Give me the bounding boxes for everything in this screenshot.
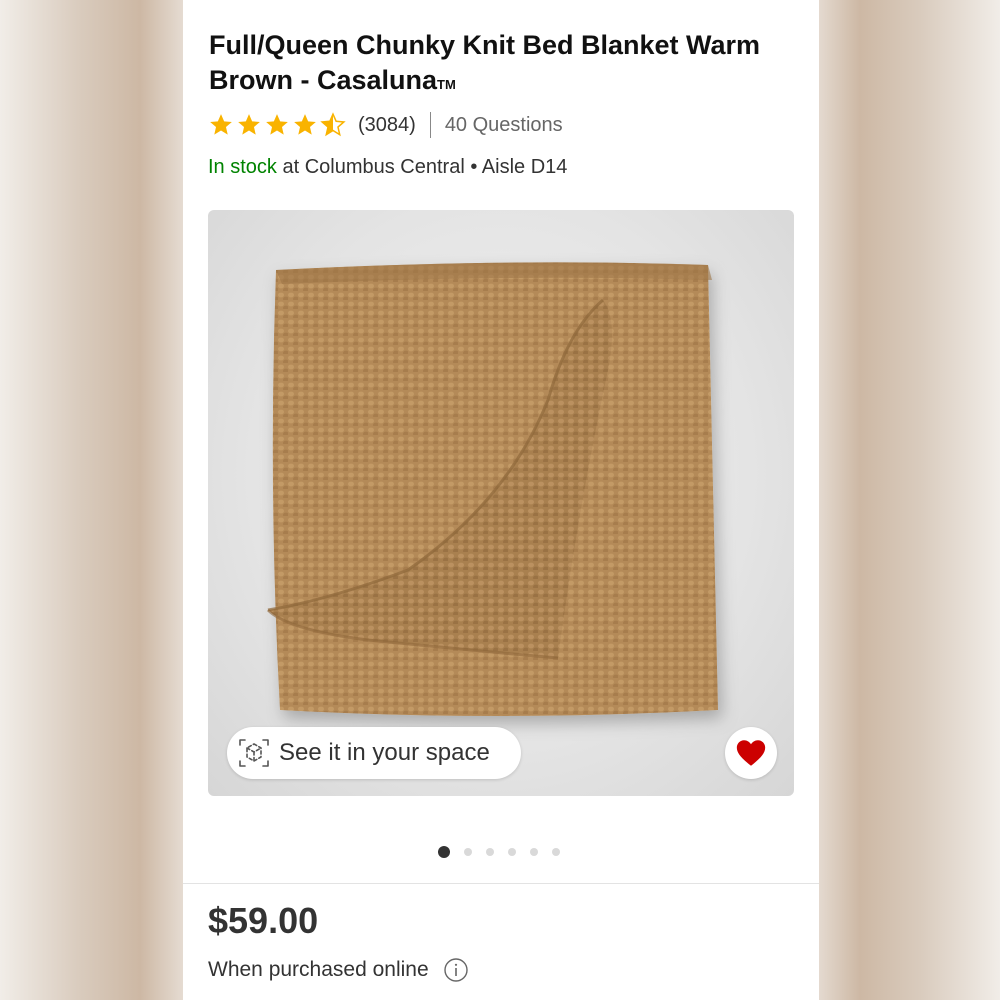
product-price: $59.00: [208, 900, 319, 941]
product-page: Full/Queen Chunky Knit Bed Blanket Warm …: [183, 0, 819, 1000]
carousel-pagination: [438, 846, 560, 858]
product-image-blanket: [266, 262, 718, 716]
store-location: at Columbus Central • Aisle D14: [276, 156, 568, 178]
in-stock-label: In stock: [208, 156, 277, 178]
see-in-your-space-button[interactable]: See it in your space: [227, 727, 521, 779]
see-in-your-space-label: See it in your space: [279, 739, 490, 766]
ar-cube-icon: [239, 739, 269, 767]
star-icon: [294, 114, 316, 135]
section-divider: [183, 883, 819, 884]
heart-icon: [736, 740, 766, 766]
purchase-note-row: When purchased online: [208, 957, 469, 983]
review-count[interactable]: (3084): [358, 114, 416, 137]
purchase-note: When purchased online: [208, 958, 429, 981]
star-rating: [208, 112, 346, 138]
carousel-dot-active[interactable]: [438, 846, 450, 858]
stock-status[interactable]: In stock at Columbus Central • Aisle D14: [208, 156, 567, 179]
product-image-carousel[interactable]: See it in your space: [208, 210, 794, 796]
star-icon: [238, 114, 260, 135]
carousel-dot[interactable]: [464, 848, 472, 856]
carousel-dot[interactable]: [552, 848, 560, 856]
carousel-dot[interactable]: [486, 848, 494, 856]
questions-link[interactable]: 40 Questions: [445, 114, 563, 137]
favorite-button[interactable]: [725, 727, 777, 779]
star-icon: [210, 114, 232, 135]
carousel-dot[interactable]: [530, 848, 538, 856]
divider: [429, 112, 431, 138]
product-title: Full/Queen Chunky Knit Bed Blanket Warm …: [209, 28, 789, 98]
trademark-mark: TM: [437, 77, 456, 92]
half-star-icon: [320, 112, 346, 137]
rating-row[interactable]: (3084) 40 Questions: [208, 110, 563, 140]
info-icon[interactable]: [443, 957, 469, 983]
product-title-text: Full/Queen Chunky Knit Bed Blanket Warm …: [209, 30, 761, 95]
carousel-dot[interactable]: [508, 848, 516, 856]
star-icon: [266, 114, 288, 135]
